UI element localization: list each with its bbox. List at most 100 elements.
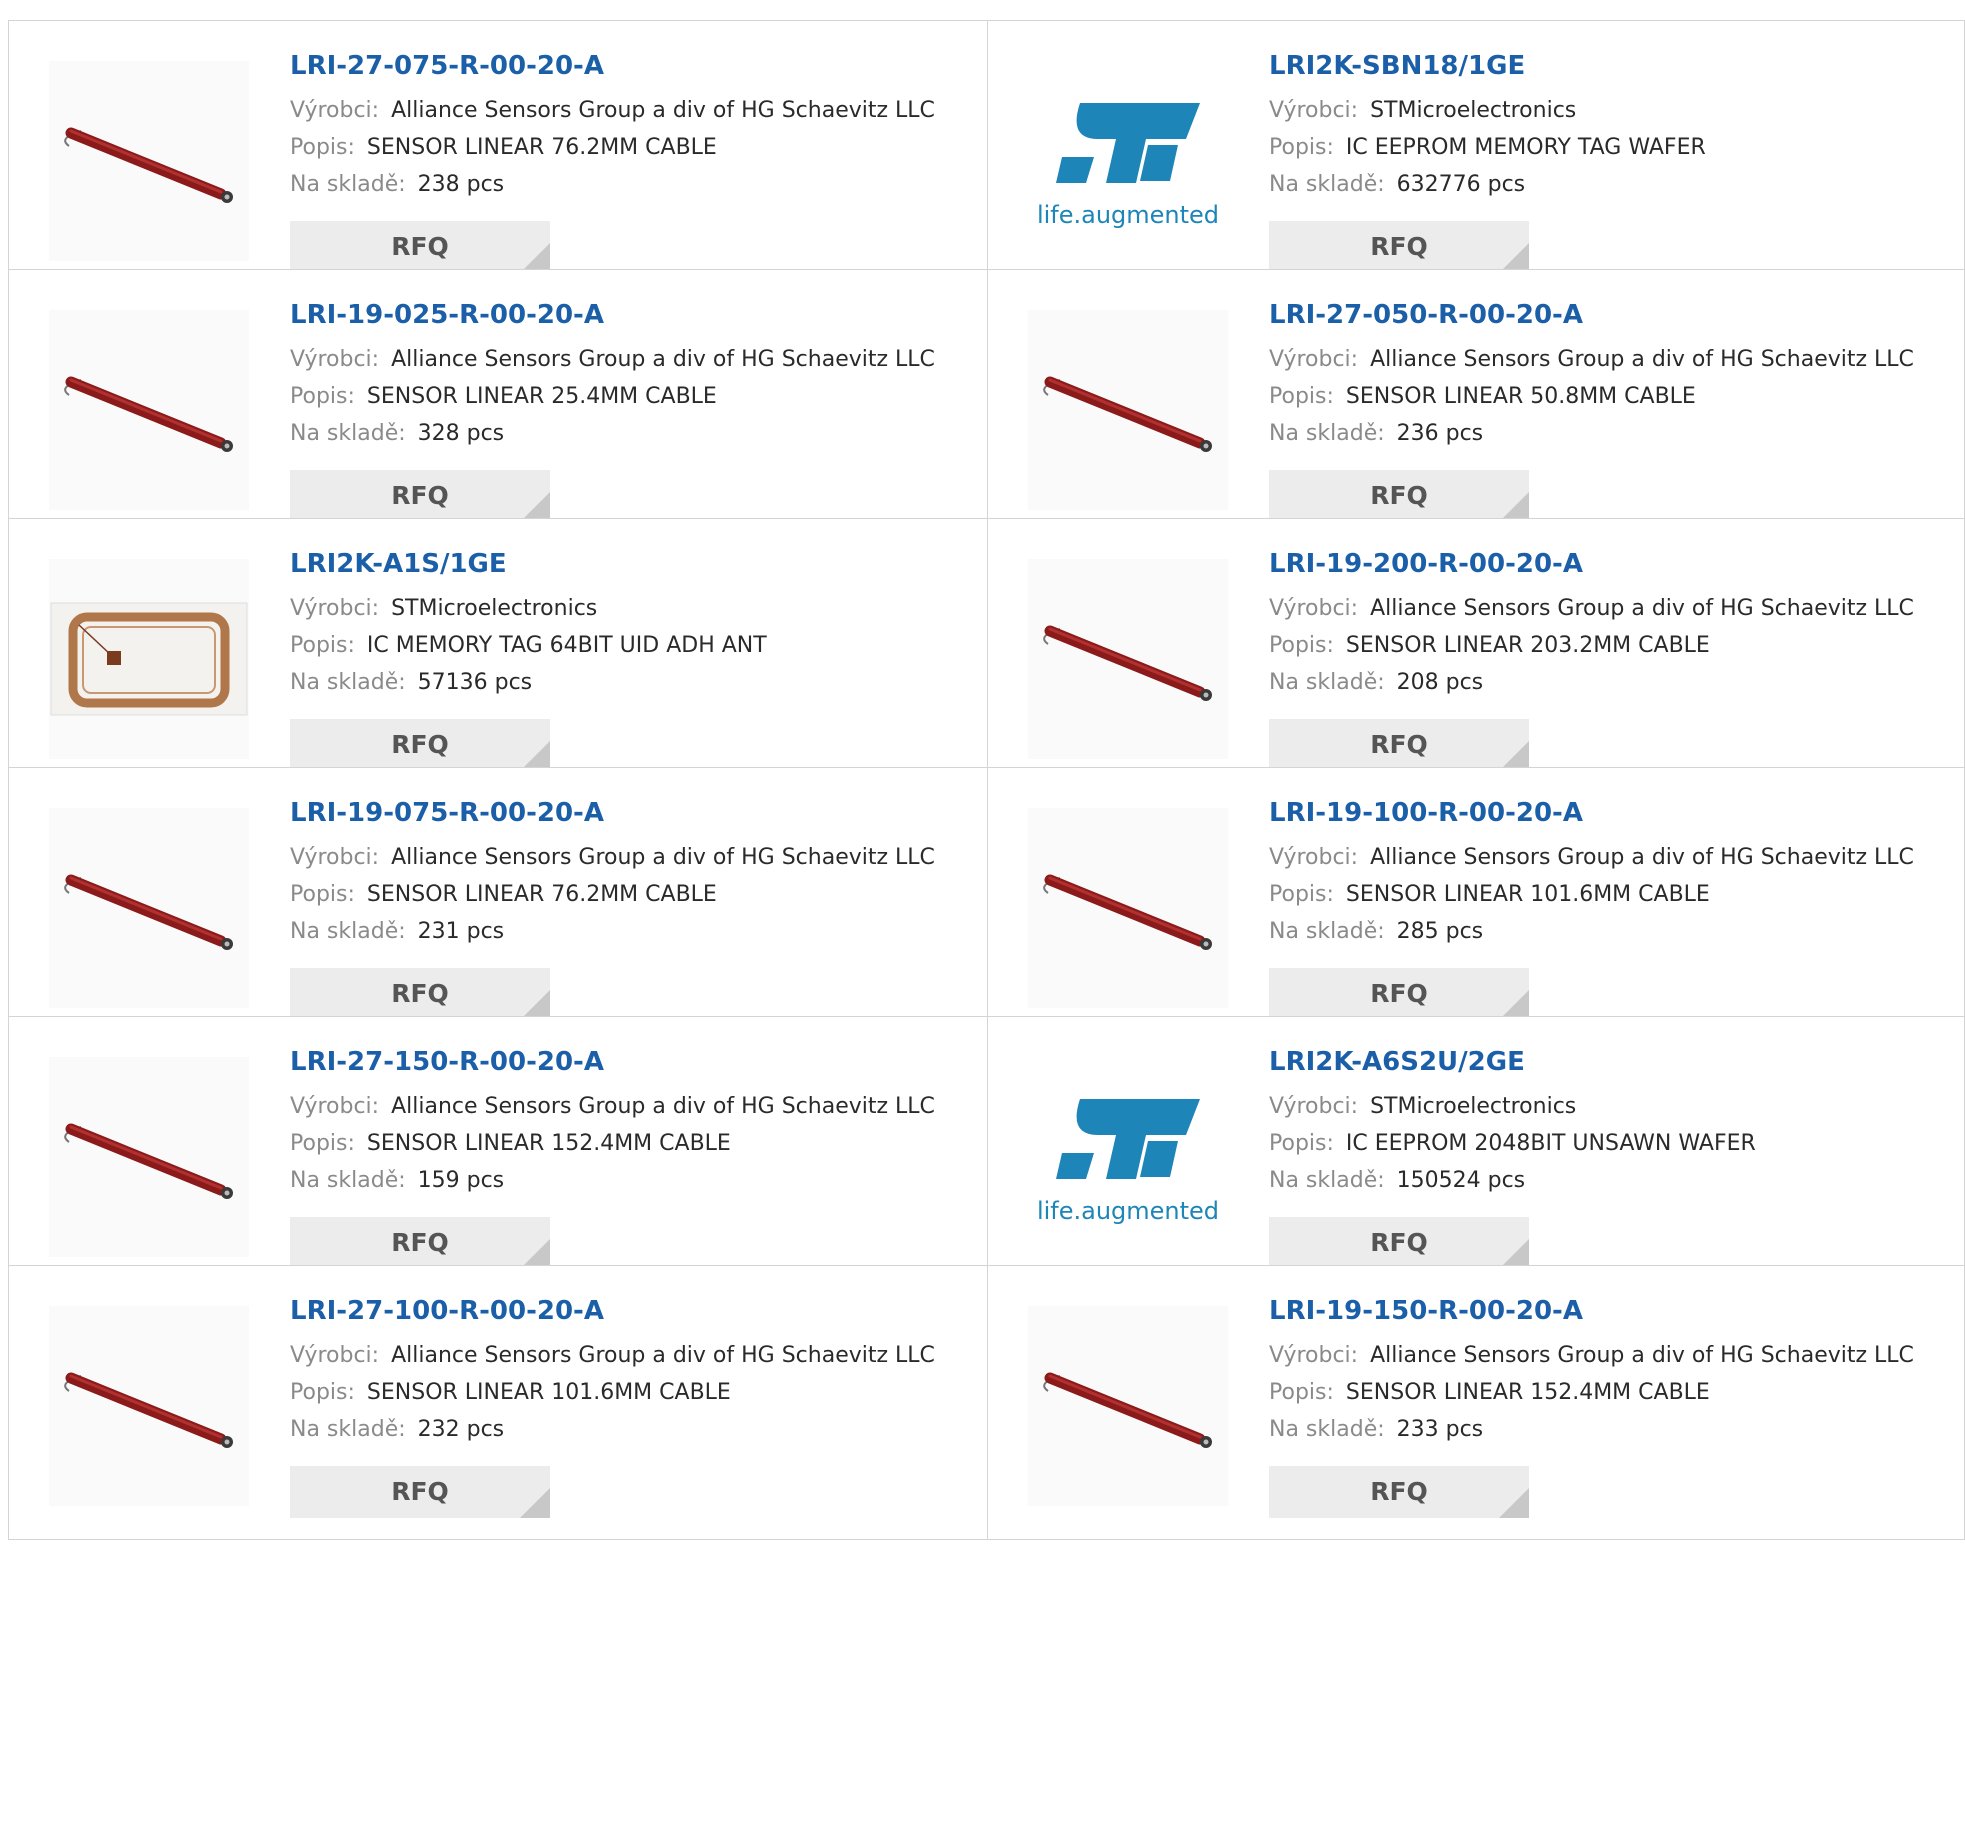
product-thumbnail[interactable] [49,1057,249,1257]
description-label: Popis: [290,135,355,160]
stock-row: Na skladě: 232 pcs [290,1411,978,1448]
product-info: LRI-19-200-R-00-20-A Výrobci: Alliance Se… [1269,547,1954,701]
rfq-button[interactable]: RFQ [1269,470,1529,522]
rfq-button[interactable]: RFQ [1269,221,1529,273]
manufacturer-label: Výrobci: [1269,1343,1359,1368]
manufacturer-value: Alliance Sensors Group a div of HG Schae… [391,98,935,123]
part-number-link[interactable]: LRI2K-A6S2U/2GE [1269,1045,1954,1079]
part-number-link[interactable]: LRI2K-SBN18/1GE [1269,49,1954,83]
manufacturer-label: Výrobci: [1269,1094,1359,1119]
product-info: LRI-27-050-R-00-20-A Výrobci: Alliance Se… [1269,298,1954,452]
description-label: Popis: [290,633,355,658]
description-value: SENSOR LINEAR 76.2MM CABLE [366,135,717,160]
product-info: LRI-19-025-R-00-20-A Výrobci: Alliance Se… [290,298,978,452]
product-thumbnail[interactable] [1028,310,1228,510]
description-value: SENSOR LINEAR 152.4MM CABLE [366,1131,731,1156]
product-thumbnail[interactable] [49,310,249,510]
description-value: SENSOR LINEAR 25.4MM CABLE [366,384,717,409]
description-label: Popis: [1269,633,1334,658]
part-number-link[interactable]: LRI-19-025-R-00-20-A [290,298,978,332]
corner-fold-icon [1499,1488,1529,1518]
part-number-link[interactable]: LRI-19-150-R-00-20-A [1269,1294,1954,1328]
description-label: Popis: [1269,882,1334,907]
stock-label: Na skladě: [290,421,406,446]
stock-label: Na skladě: [1269,919,1385,944]
stock-row: Na skladě: 231 pcs [290,913,978,950]
manufacturer-value: Alliance Sensors Group a div of HG Schae… [391,1094,935,1119]
product-thumbnail[interactable] [49,559,249,759]
product-thumbnail[interactable] [1028,808,1228,1008]
sensor-rod-icon [64,1372,233,1448]
part-number-link[interactable]: LRI2K-A1S/1GE [290,547,978,581]
rfq-label: RFQ [391,481,449,510]
manufacturer-row: Výrobci: Alliance Sensors Group a div of … [1269,341,1954,378]
product-thumbnail[interactable] [49,61,249,261]
part-number-link[interactable]: LRI-27-050-R-00-20-A [1269,298,1954,332]
rfq-button[interactable]: RFQ [1269,968,1529,1020]
rfq-button[interactable]: RFQ [290,968,550,1020]
rfq-button[interactable]: RFQ [290,221,550,273]
stock-value: 159 pcs [417,1168,505,1193]
description-label: Popis: [1269,384,1334,409]
manufacturer-row: Výrobci: Alliance Sensors Group a div of … [290,341,978,378]
stock-label: Na skladě: [290,172,406,197]
st-logo-icon [1056,103,1200,183]
rfq-button[interactable]: RFQ [290,1466,550,1518]
rfq-button[interactable]: RFQ [290,1217,550,1269]
part-number-link[interactable]: LRI-27-150-R-00-20-A [290,1045,978,1079]
rfq-button[interactable]: RFQ [290,719,550,771]
product-card: life.augmented LRI2K-A6S2U/2GE Výrobci: S… [987,1016,1965,1291]
st-logo-icon [1056,1099,1200,1179]
manufacturer-label: Výrobci: [1269,596,1359,621]
rfq-label: RFQ [391,730,449,759]
description-value: SENSOR LINEAR 76.2MM CABLE [366,882,717,907]
rfq-label: RFQ [391,1477,449,1506]
rfq-button[interactable]: RFQ [1269,1466,1529,1518]
rfq-button[interactable]: RFQ [1269,719,1529,771]
product-thumbnail[interactable] [1028,559,1228,759]
description-value: SENSOR LINEAR 101.6MM CABLE [366,1380,731,1405]
stock-label: Na skladě: [1269,1168,1385,1193]
rfq-label: RFQ [1370,481,1428,510]
part-number-link[interactable]: LRI-27-100-R-00-20-A [290,1294,978,1328]
product-thumbnail[interactable]: life.augmented [1028,1057,1228,1257]
product-card: LRI-19-100-R-00-20-A Výrobci: Alliance Se… [987,767,1965,1042]
part-number-link[interactable]: LRI-27-075-R-00-20-A [290,49,978,83]
stock-row: Na skladě: 285 pcs [1269,913,1954,950]
manufacturer-label: Výrobci: [290,98,380,123]
description-label: Popis: [1269,1380,1334,1405]
manufacturer-value: Alliance Sensors Group a div of HG Schae… [1370,596,1914,621]
part-number-link[interactable]: LRI-19-100-R-00-20-A [1269,796,1954,830]
stock-label: Na skladě: [1269,670,1385,695]
stock-label: Na skladě: [290,919,406,944]
rfq-label: RFQ [1370,232,1428,261]
product-thumbnail[interactable]: life.augmented [1028,61,1228,261]
part-number-link[interactable]: LRI-19-200-R-00-20-A [1269,547,1954,581]
description-label: Popis: [290,1131,355,1156]
product-info: LRI-27-100-R-00-20-A Výrobci: Alliance Se… [290,1294,978,1448]
description-value: SENSOR LINEAR 101.6MM CABLE [1345,882,1710,907]
product-card: LRI-19-075-R-00-20-A Výrobci: Alliance Se… [8,767,988,1042]
description-row: Popis: IC MEMORY TAG 64BIT UID ADH ANT [290,627,978,664]
manufacturer-label: Výrobci: [1269,845,1359,870]
stock-row: Na skladě: 159 pcs [290,1162,978,1199]
manufacturer-label: Výrobci: [290,1094,380,1119]
corner-fold-icon [520,1488,550,1518]
description-value: IC EEPROM MEMORY TAG WAFER [1345,135,1706,160]
product-info: LRI-19-100-R-00-20-A Výrobci: Alliance Se… [1269,796,1954,950]
product-thumbnail[interactable] [49,808,249,1008]
product-thumbnail[interactable] [1028,1306,1228,1506]
stock-value: 236 pcs [1396,421,1484,446]
rfid-tag-icon [50,602,248,716]
sensor-rod-icon [64,376,233,452]
rfq-button[interactable]: RFQ [290,470,550,522]
sensor-rod-icon [1043,625,1212,701]
product-thumbnail[interactable] [49,1306,249,1506]
manufacturer-label: Výrobci: [1269,347,1359,372]
rfq-button[interactable]: RFQ [1269,1217,1529,1269]
manufacturer-row: Výrobci: Alliance Sensors Group a div of … [1269,590,1954,627]
description-label: Popis: [1269,135,1334,160]
stock-row: Na skladě: 236 pcs [1269,415,1954,452]
part-number-link[interactable]: LRI-19-075-R-00-20-A [290,796,978,830]
rfq-label: RFQ [1370,1477,1428,1506]
